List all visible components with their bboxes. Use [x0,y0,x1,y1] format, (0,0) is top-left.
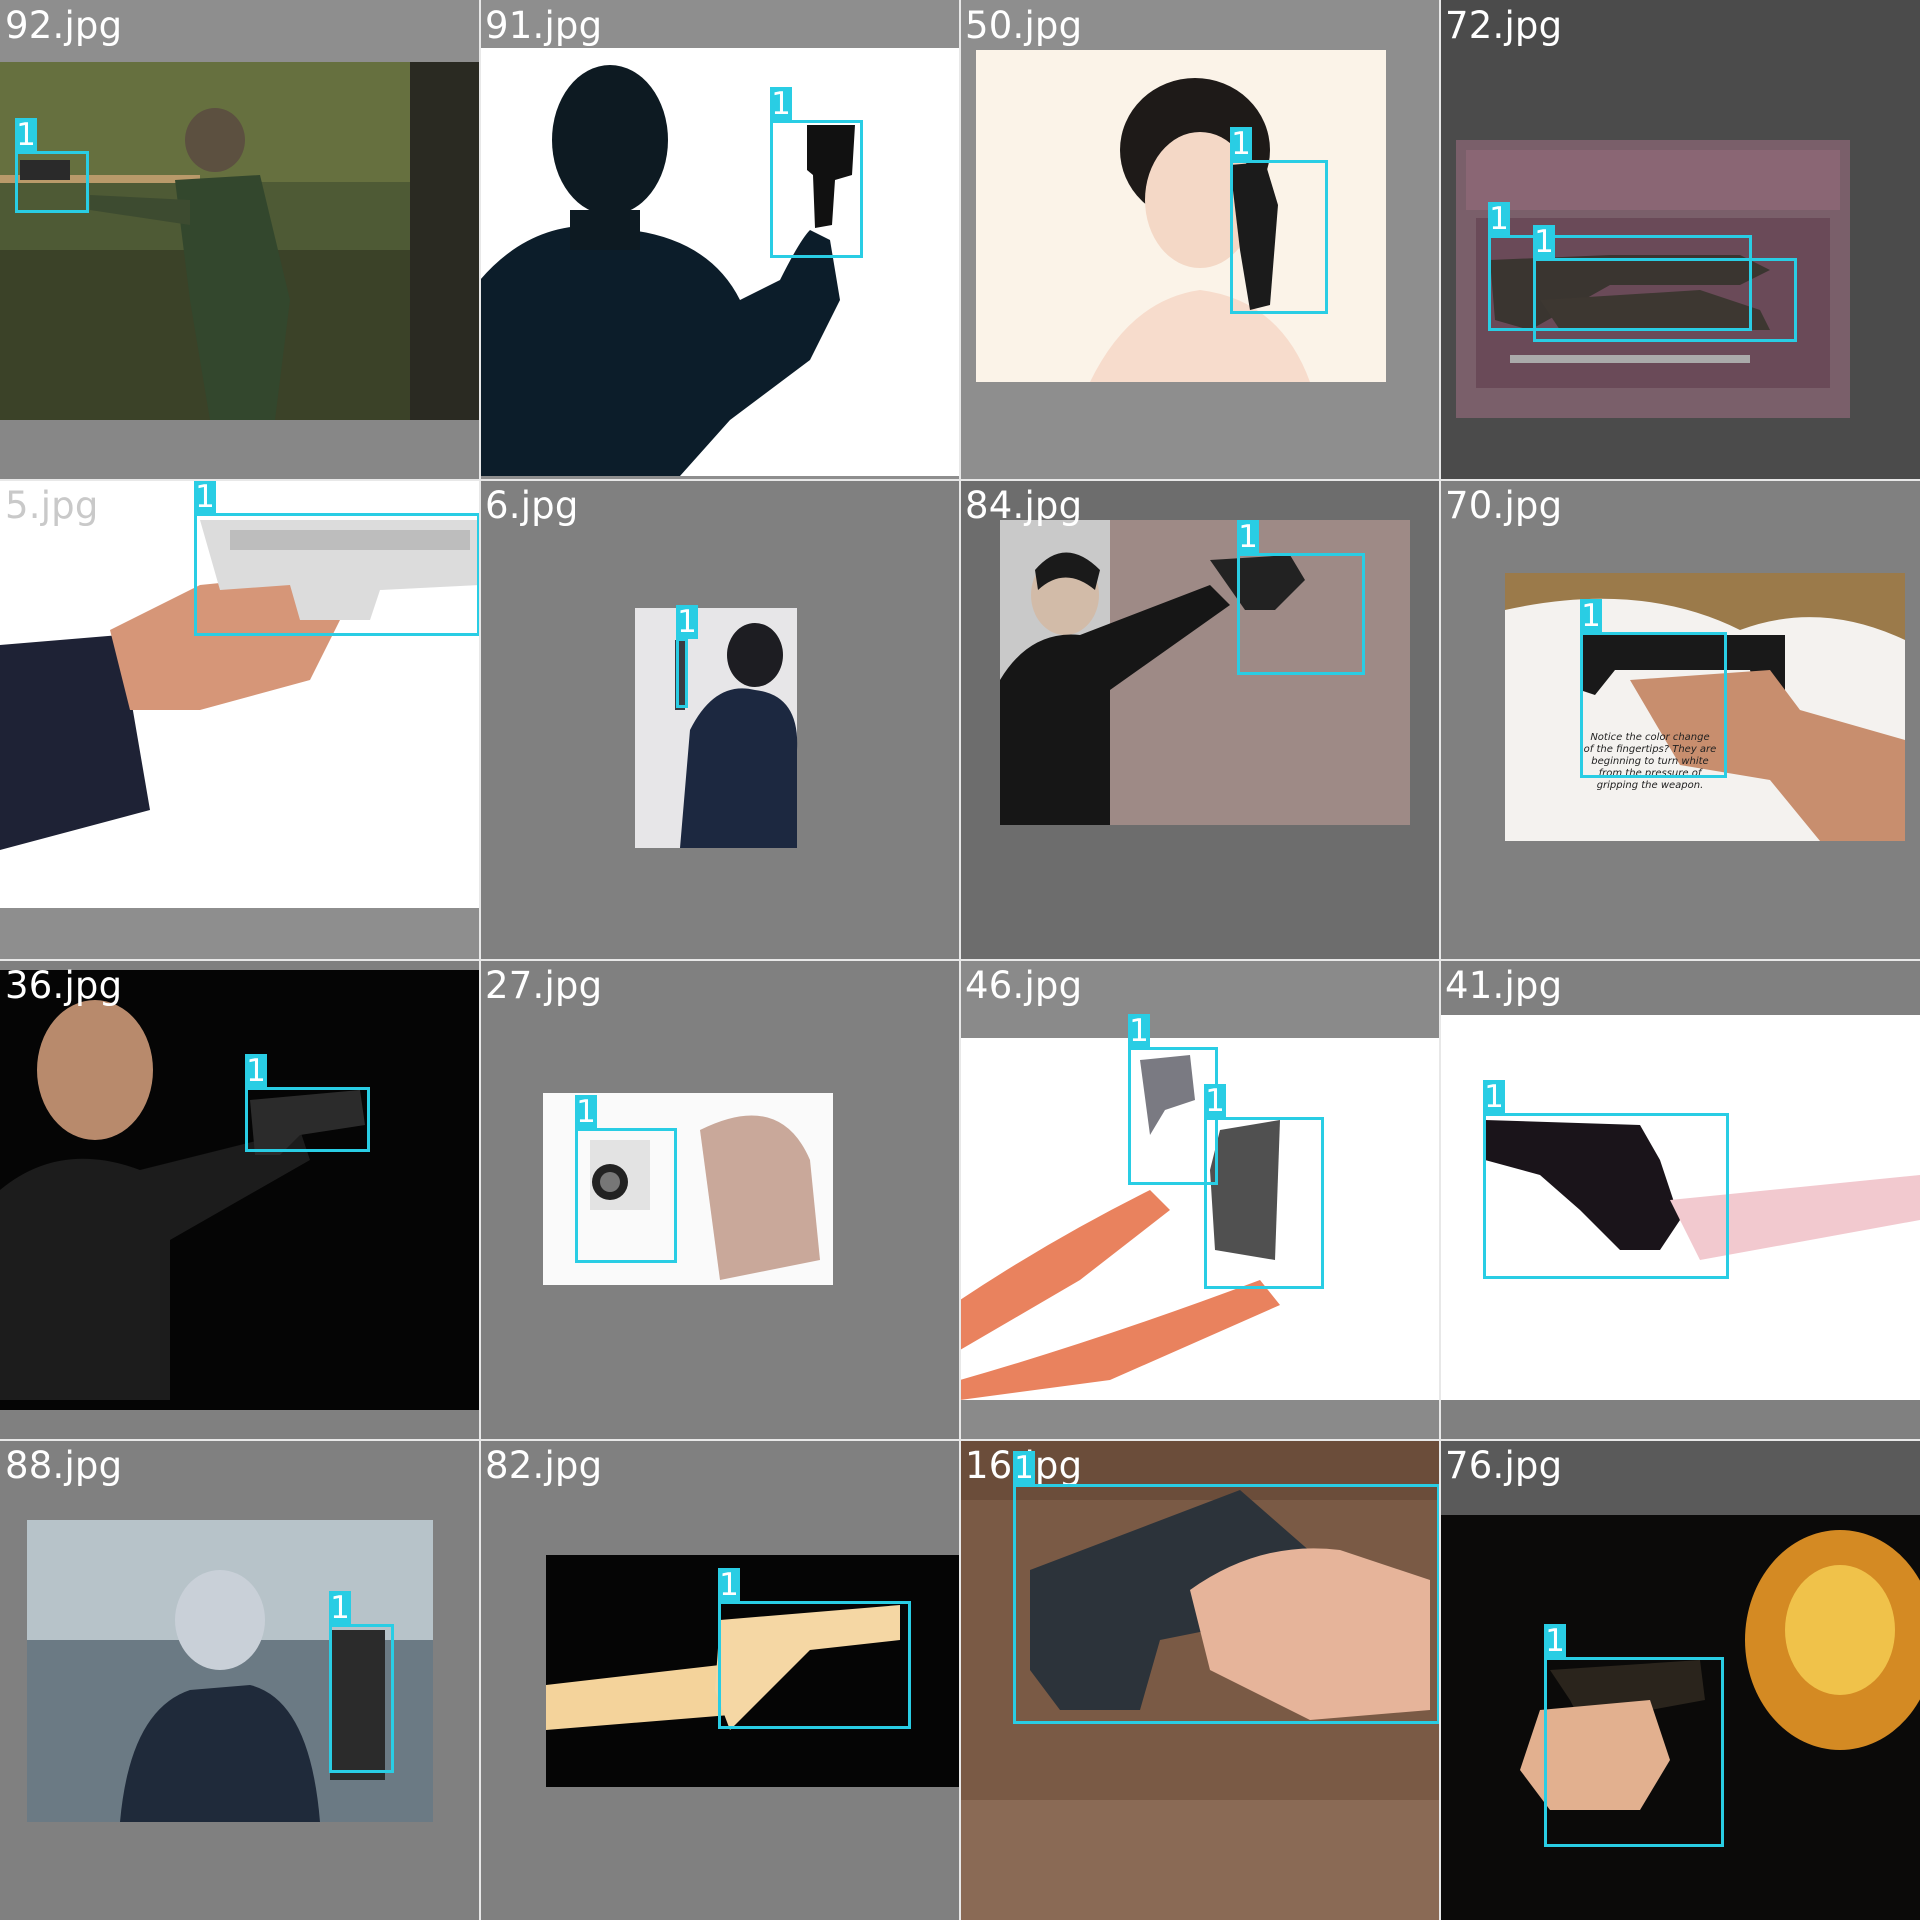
grid-divider [0,479,1920,481]
tile-84: 84.jpg 1 [960,480,1440,960]
image-36 [0,960,480,1440]
image-41 [1440,960,1920,1440]
tile-91: 91.jpg 1 [480,0,960,480]
tile-92: 92.jpg 1 [0,0,480,480]
image-5 [0,480,480,960]
caption-line: of the fingertips? They are [1583,744,1717,755]
image-76 [1440,1440,1920,1920]
tile-5: 5.jpg 1 [0,480,480,960]
grid-divider [0,959,1920,961]
image-92 [0,0,480,480]
image-16 [960,1440,1440,1920]
tile-16: 16.jpg 1 [960,1440,1440,1920]
tile-50: 50.jpg 1 [960,0,1440,480]
image-91 [480,0,960,480]
tile-46: 46.jpg 1 1 [960,960,1440,1440]
grid-divider [0,1439,1920,1441]
detection-mosaic: 92.jpg 1 91.jpg 1 50.jpg 1 72.jpg 1 1 5.… [0,0,1920,1920]
image-72 [1440,0,1920,480]
image-27 [480,960,960,1440]
image-46 [960,960,1440,1440]
tile-41: 41.jpg 1 [1440,960,1920,1440]
caption-line: Notice the color change [1590,732,1710,743]
caption-line: beginning to turn white [1591,756,1709,767]
tile-72: 72.jpg 1 1 [1440,0,1920,480]
image-50 [960,0,1440,480]
image-88 [0,1440,480,1920]
tile-6: 6.jpg 1 [480,480,960,960]
caption-line: from the pressure of [1598,768,1702,779]
image-70 [1440,480,1920,960]
image-84 [960,480,1440,960]
tile-36: 36.jpg 1 [0,960,480,1440]
image-caption: Notice the color change of the fingertip… [1550,732,1750,792]
tile-88: 88.jpg 1 [0,1440,480,1920]
tile-82: 82.jpg 1 [480,1440,960,1920]
caption-line: gripping the weapon. [1596,780,1704,791]
image-6 [480,480,960,960]
tile-76: 76.jpg 1 [1440,1440,1920,1920]
image-82 [480,1440,960,1920]
tile-27: 27.jpg 1 [480,960,960,1440]
tile-70: 70.jpg Notice the color change of the fi… [1440,480,1920,960]
